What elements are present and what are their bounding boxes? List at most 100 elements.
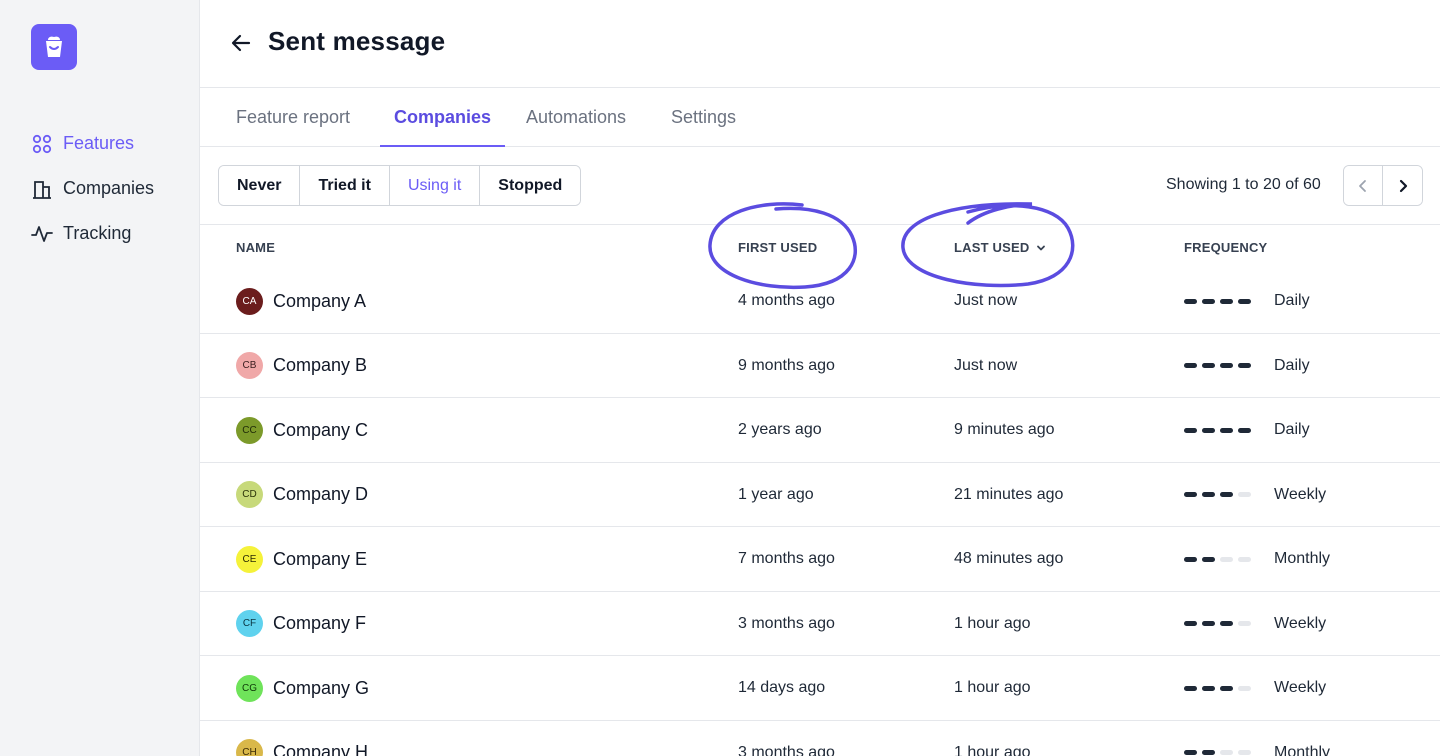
- frequency-bar-segment: [1184, 685, 1197, 691]
- frequency-bar-segment: [1202, 298, 1215, 304]
- frequency-bar-segment: [1238, 621, 1251, 626]
- frequency-indicator: [1184, 427, 1256, 433]
- frequency-label: Daily: [1274, 292, 1310, 309]
- features-grid-icon: [31, 133, 53, 155]
- frequency-bar-segment: [1238, 363, 1251, 368]
- frequency-indicator: [1184, 685, 1256, 691]
- table-row[interactable]: CH Company H 3 months ago 1 hour ago Mon…: [200, 721, 1440, 756]
- filter-bar: Never Tried it Using it Stopped Showing …: [200, 147, 1440, 225]
- company-name[interactable]: Company H: [273, 742, 368, 756]
- tab-companies[interactable]: Companies: [380, 88, 506, 147]
- company-name[interactable]: Company B: [273, 355, 367, 376]
- last-used-cell: 1 hour ago: [954, 743, 1031, 756]
- activity-pulse-icon: [31, 223, 53, 245]
- frequency-label: Weekly: [1274, 679, 1327, 696]
- frequency-bar-segment: [1238, 298, 1251, 304]
- avatar: CG: [236, 674, 263, 702]
- frequency-bar-segment: [1184, 298, 1197, 304]
- pagination-status: Showing 1 to 20 of 60: [1166, 176, 1321, 193]
- avatar: CC: [236, 416, 263, 444]
- column-header-first-used[interactable]: First used: [738, 240, 817, 255]
- sidebar-item-label: Features: [63, 133, 135, 153]
- last-used-cell: 1 hour ago: [954, 679, 1031, 696]
- avatar: CB: [236, 352, 263, 379]
- pagination-controls: [1343, 165, 1423, 206]
- frequency-label: Weekly: [1274, 614, 1327, 632]
- tab-feature-report[interactable]: Feature report: [236, 88, 350, 147]
- tab-automations[interactable]: Automations: [526, 88, 626, 147]
- table-row[interactable]: CF Company F 3 months ago 1 hour ago Wee…: [200, 592, 1440, 656]
- frequency-cell: Monthly: [1184, 527, 1330, 591]
- column-header-label: Last used: [954, 240, 1030, 255]
- filter-using-it-button[interactable]: Using it: [389, 166, 481, 205]
- building-icon: [31, 178, 53, 200]
- frequency-label: Daily: [1274, 356, 1310, 374]
- column-header-last-used[interactable]: Last used: [954, 240, 1046, 255]
- column-header-frequency[interactable]: Frequency: [1184, 240, 1267, 255]
- sidebar-item-features[interactable]: Features: [31, 121, 154, 166]
- last-used-cell: 9 minutes ago: [954, 421, 1055, 438]
- company-cell: CE Company E: [236, 527, 367, 591]
- sidebar-nav: Features Companies Tracking: [31, 121, 154, 256]
- frequency-bar-segment: [1202, 685, 1215, 691]
- frequency-label: Monthly: [1274, 743, 1331, 756]
- last-used-cell: 48 minutes ago: [954, 550, 1064, 567]
- frequency-bar-segment: [1220, 556, 1233, 562]
- sidebar-item-companies[interactable]: Companies: [31, 166, 154, 211]
- sidebar-item-label: Tracking: [63, 223, 132, 243]
- table-row[interactable]: CA Company A 4 months ago Just now Daily: [200, 269, 1440, 334]
- companies-table: CA Company A 4 months ago Just now Daily…: [200, 269, 1440, 756]
- company-name[interactable]: Company C: [273, 420, 368, 441]
- frequency-indicator: [1184, 621, 1256, 626]
- table-row[interactable]: CE Company E 7 months ago 48 minutes ago…: [200, 527, 1440, 592]
- first-used-cell: 9 months ago: [738, 356, 835, 374]
- sidebar-item-label: Companies: [63, 178, 155, 198]
- sidebar-item-tracking[interactable]: Tracking: [31, 211, 154, 256]
- previous-page-button[interactable]: [1344, 166, 1383, 205]
- page-title: Sent message: [268, 26, 446, 56]
- avatar: CE: [236, 545, 263, 573]
- frequency-bar-segment: [1202, 363, 1215, 368]
- frequency-bar-segment: [1184, 363, 1197, 368]
- filter-stopped-button[interactable]: Stopped: [480, 166, 581, 205]
- last-used-cell: Just now: [954, 292, 1018, 309]
- frequency-label: Monthly: [1274, 550, 1331, 567]
- table-row[interactable]: CC Company C 2 years ago 9 minutes ago D…: [200, 398, 1440, 463]
- frequency-bar-segment: [1202, 750, 1215, 755]
- filter-never-button[interactable]: Never: [219, 166, 301, 205]
- frequency-bar-segment: [1184, 750, 1197, 755]
- company-name[interactable]: Company F: [273, 613, 366, 634]
- next-page-button[interactable]: [1383, 166, 1422, 205]
- frequency-bar-segment: [1220, 427, 1233, 433]
- company-name[interactable]: Company D: [273, 484, 368, 505]
- back-arrow-icon[interactable]: [229, 31, 253, 55]
- company-cell: CH Company H: [236, 721, 368, 756]
- company-cell: CD Company D: [236, 463, 368, 527]
- frequency-indicator: [1184, 492, 1256, 497]
- frequency-bar-segment: [1220, 685, 1233, 691]
- filter-tried-it-button[interactable]: Tried it: [300, 166, 390, 205]
- company-name[interactable]: Company A: [273, 291, 366, 312]
- frequency-bar-segment: [1202, 556, 1215, 562]
- column-header-name[interactable]: Name: [236, 240, 275, 255]
- frequency-cell: Monthly: [1184, 721, 1330, 756]
- company-cell: CA Company A: [236, 269, 366, 333]
- avatar: CA: [236, 287, 263, 315]
- table-row[interactable]: CG Company G 14 days ago 1 hour ago Week…: [200, 656, 1440, 721]
- frequency-bar-segment: [1238, 750, 1251, 755]
- frequency-cell: Daily: [1184, 398, 1310, 462]
- tab-settings[interactable]: Settings: [671, 88, 736, 147]
- company-name[interactable]: Company E: [273, 549, 367, 570]
- frequency-indicator: [1184, 556, 1256, 562]
- app-logo[interactable]: [31, 24, 77, 70]
- company-cell: CG Company G: [236, 656, 369, 720]
- company-cell: CF Company F: [236, 592, 366, 656]
- last-used-cell: 21 minutes ago: [954, 485, 1064, 503]
- last-used-cell: 1 hour ago: [954, 614, 1031, 632]
- last-used-cell: Just now: [954, 356, 1018, 374]
- company-name[interactable]: Company G: [273, 678, 369, 699]
- frequency-bar-segment: [1202, 492, 1215, 497]
- frequency-cell: Daily: [1184, 269, 1310, 333]
- table-row[interactable]: CD Company D 1 year ago 21 minutes ago W…: [200, 463, 1440, 527]
- table-row[interactable]: CB Company B 9 months ago Just now Daily: [200, 334, 1440, 398]
